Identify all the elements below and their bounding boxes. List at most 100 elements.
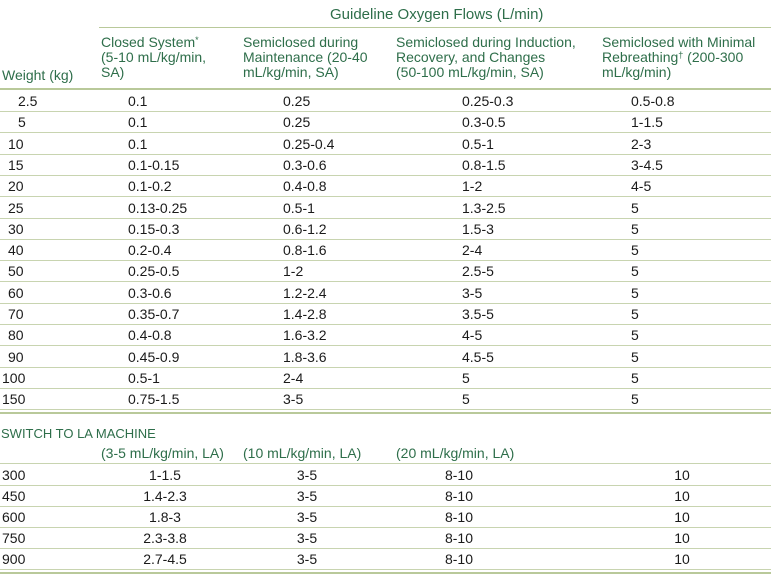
table-cell: 0.4-0.8 [128,327,172,344]
table-cell: 5 [631,348,639,365]
table-cell: 5 [462,369,470,386]
footnote-asterisk: * [195,35,199,45]
row-divider [0,485,771,486]
table-cell: 5 [631,284,639,301]
table-cell: 3-5 [296,509,318,525]
table-cell: 0.5-1 [462,135,494,152]
table-cell: 1.8-3 [149,509,181,525]
table-cell: 0.25-0.5 [128,263,180,280]
table-cell: 5 [462,391,470,408]
table-cell: 4.5-5 [462,348,494,365]
row-divider [0,569,771,570]
oxygen-flow-table: Guideline Oxygen Flows (L/min) Weight (k… [0,0,771,576]
section-rule [0,412,771,414]
table-cell: 3-5 [296,530,318,546]
row-divider [0,548,771,549]
table-cell: 3-5 [296,488,318,504]
table-cell: 80 [8,327,24,344]
table-cell: 0.25-0.3 [462,93,514,109]
bottom-rule [0,572,771,574]
table-cell: 8-10 [444,551,474,567]
row-divider [0,281,771,283]
table-cell: 0.5-0.8 [631,93,675,109]
table-cell: 40 [8,242,24,259]
header-closed-system: Closed System* (5-10 mL/kg/min, SA) [101,34,207,80]
table-cell: 5 [631,327,639,344]
table-cell: 450 [2,488,26,504]
table-cell: 3-5 [462,284,483,301]
table-cell: 0.2-0.4 [128,242,172,259]
table-cell: 3-5 [296,467,318,483]
table-cell: 30 [8,220,24,237]
row-divider [0,345,771,347]
table-cell: 50 [8,263,24,280]
table-cell: 0.3-0.5 [462,114,506,131]
table-cell: 0.25-0.4 [283,135,335,152]
table-cell: 60 [8,284,24,301]
row-divider [0,132,771,134]
table-cell: 0.1 [128,135,148,152]
table-cell: 2-4 [462,242,483,259]
table-cell: 5 [631,242,639,259]
table-cell: 1.8-3.6 [283,348,327,365]
table-cell: 0.1 [128,114,148,131]
table-cell: 10 [8,135,24,152]
table-cell: 1-2 [283,263,304,280]
table-cell: 0.45-0.9 [128,348,180,365]
la-sub-header-2: (10 mL/kg/min, LA) [243,445,362,461]
table-cell: 3-5 [296,551,318,567]
row-divider [0,153,771,155]
table-cell: 10 [674,467,690,483]
row-divider [0,506,771,507]
table-cell: 3-4.5 [631,156,663,173]
table-cell: 4-5 [462,327,483,344]
table-cell: 3-5 [283,391,304,408]
table-cell: 2.3-3.8 [143,530,187,546]
table-cell: 25 [8,199,24,216]
table-cell: 600 [2,509,26,525]
row-divider [0,238,771,240]
table-cell: 0.15-0.3 [128,220,180,237]
table-cell: 0.6-1.2 [283,220,327,237]
table-cell: 0.3-0.6 [128,284,172,301]
table-cell: 0.1 [128,93,148,109]
table-cell: 300 [2,467,26,483]
table-cell: 2-4 [283,369,304,386]
table-cell: 1-2 [462,178,483,195]
table-cell: 0.1-0.2 [128,178,172,195]
header-weight: Weight (kg) [2,67,74,83]
table-cell: 15 [8,156,24,173]
table-cell: 0.75-1.5 [128,391,180,408]
table-cell: 8-10 [444,509,474,525]
row-divider [0,260,771,262]
table-cell: 5 [631,391,639,408]
row-divider [0,387,771,389]
la-sub-header-rule [0,463,771,464]
table-cell: 0.25 [283,93,311,109]
title-underline [99,27,771,28]
table-cell: 4-5 [631,178,652,195]
table-cell: 0.8-1.6 [283,242,327,259]
table-title: Guideline Oxygen Flows (L/min) [330,6,544,23]
table-cell: 0.25 [283,114,311,131]
table-cell: 0.13-0.25 [128,199,188,216]
row-divider [0,174,771,176]
row-divider [0,366,771,368]
table-cell: 0.35-0.7 [128,306,180,322]
table-cell: 1.3-2.5 [462,199,506,216]
table-cell: 2.7-4.5 [143,551,187,567]
row-divider [0,302,771,304]
table-cell: 0.1-0.15 [128,156,180,173]
footnote-dagger: † [678,50,684,60]
table-cell: 5 [631,306,639,322]
table-cell: 70 [8,306,24,322]
table-cell: 5 [18,114,26,131]
table-cell: 3.5-5 [462,306,494,322]
row-divider [0,324,771,325]
header-semiclosed-induction: Semiclosed during Induction, Recovery, a… [396,34,576,80]
table-cell: 0.8-1.5 [462,156,506,173]
table-cell: 20 [8,178,24,195]
table-cell: 10 [674,488,690,504]
table-cell: 8-10 [444,530,474,546]
table-cell: 10 [674,509,690,525]
